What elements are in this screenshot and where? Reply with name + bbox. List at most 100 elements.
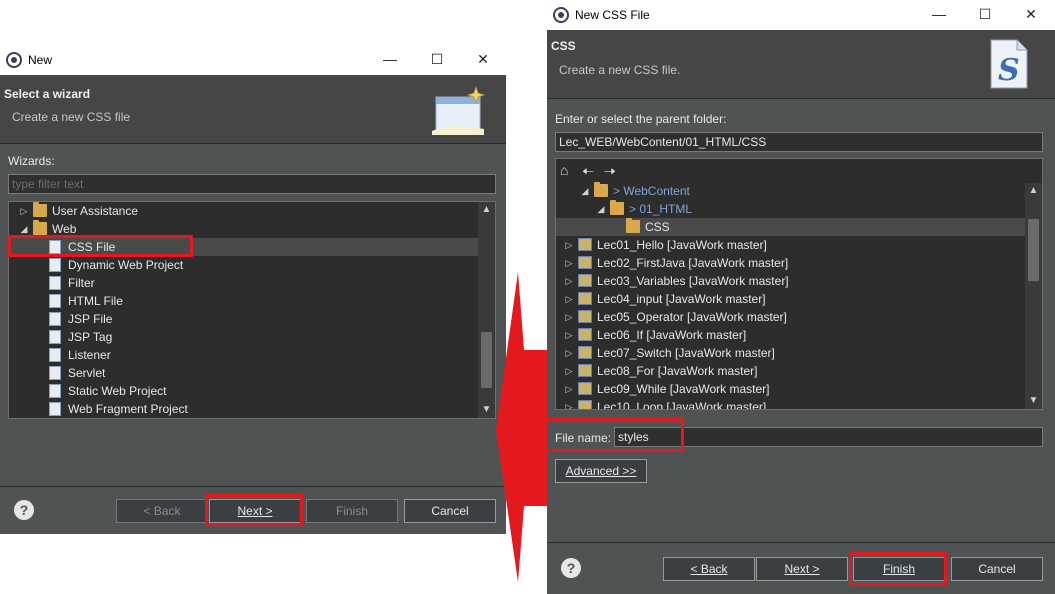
tree-item-label: > WebContent [613,184,690,198]
expand-right-icon[interactable]: ▷ [564,362,574,380]
expand-right-icon[interactable]: ▷ [564,290,574,308]
tree-item-label: JSP Tag [68,330,113,344]
new-css-file-dialog: New CSS File — ☐ ✕ CSS Create a new CSS … [547,0,1055,594]
project-icon [578,292,592,305]
tree-item-selected[interactable]: CSS [556,218,1025,236]
tree-item[interactable]: ▷ Lec05_Operator [JavaWork master] [556,308,1025,326]
dialog-titlebar: New CSS File — ☐ ✕ [547,0,1055,30]
tree-item[interactable]: Web Fragment Project [9,400,478,418]
parent-folder-input[interactable]: Lec_WEB/WebContent/01_HTML/CSS [555,132,1043,152]
scrollbar-thumb[interactable] [481,332,492,388]
tree-item-label: Lec04_input [JavaWork master] [597,292,766,306]
cancel-button[interactable]: Cancel [404,499,496,523]
project-icon [578,346,592,359]
expand-right-icon[interactable]: ▷ [564,272,574,290]
tree-item[interactable]: ◢ > 01_HTML [556,200,1025,218]
finish-button[interactable]: Finish [853,557,945,581]
expand-right-icon[interactable]: ▷ [564,398,574,409]
wizards-tree[interactable]: ▷ User Assistance ◢ Web CSS File Dynamic Web … [8,201,496,419]
project-icon [578,238,592,251]
parent-folder-label: Enter or select the parent folder: [555,112,727,126]
dynamic-web-project-icon [49,258,61,272]
tree-item[interactable]: JSP File [9,310,478,328]
expand-right-icon[interactable]: ▷ [564,344,574,362]
expand-down-icon[interactable]: ◢ [580,182,590,200]
red-arrow-icon [496,272,548,582]
tree-item[interactable]: ◢ Web [9,220,478,238]
scroll-up-icon[interactable]: ▲ [1025,183,1042,199]
expand-down-icon[interactable]: ◢ [596,200,606,218]
help-icon[interactable]: ? [14,500,34,520]
tree-item[interactable]: ▷ Lec01_Hello [JavaWork master] [556,236,1025,254]
tree-item-label: Servlet [68,366,106,380]
scrollbar-thumb[interactable] [1028,219,1039,281]
tree-item[interactable]: ◢ > WebContent [556,182,1025,200]
tree-item[interactable]: ▷ Lec08_For [JavaWork master] [556,362,1025,380]
help-icon[interactable]: ? [561,558,581,578]
close-icon[interactable]: ✕ [1020,4,1042,24]
expand-right-icon[interactable]: ▷ [564,308,574,326]
expand-right-icon[interactable]: ▷ [564,326,574,344]
tree-item[interactable]: ▷ Lec06_If [JavaWork master] [556,326,1025,344]
wizard-banner: CSS Create a new CSS file. S [547,30,1055,98]
maximize-icon[interactable]: ☐ [426,49,448,69]
tree-toolbar: ⌂ 🠠 🠢 [556,159,1025,183]
wizard-banner: Select a wizard Create a new CSS file [0,75,506,143]
project-icon [578,274,592,287]
expand-right-icon[interactable]: ▷ [564,254,574,272]
tree-item[interactable]: ▷ Lec09_While [JavaWork master] [556,380,1025,398]
tree-item[interactable]: ▷ Lec03_Variables [JavaWork master] [556,272,1025,290]
advanced-button[interactable]: Advanced >> [555,459,647,483]
tree-item[interactable]: ▷ Lec04_input [JavaWork master] [556,290,1025,308]
tree-item[interactable]: ▷ Lec10_Loop [JavaWork master] [556,398,1025,409]
scroll-down-icon[interactable]: ▼ [1025,393,1042,409]
tree-item[interactable]: ▷ User Assistance [9,202,478,220]
back-button-label: < Back [690,562,728,576]
scroll-down-icon[interactable]: ▼ [478,402,495,418]
next-button-label: Next > [237,504,273,518]
tree-item[interactable]: Filter [9,274,478,292]
advanced-button-label: Advanced >> [565,464,637,478]
close-icon[interactable]: ✕ [472,49,494,69]
back-button[interactable]: < Back [116,499,208,523]
minimize-icon[interactable]: — [928,4,950,24]
finish-button[interactable]: Finish [306,499,398,523]
tree-item[interactable]: Dynamic Web Project [9,256,478,274]
minimize-icon[interactable]: — [379,49,401,69]
next-button[interactable]: Next > [756,557,848,581]
tree-item[interactable]: Static Web Project [9,382,478,400]
footer-separator [0,486,506,487]
tree-item[interactable]: HTML File [9,292,478,310]
cancel-button[interactable]: Cancel [951,557,1043,581]
tree-item-label: CSS [645,220,670,234]
tree-item[interactable]: JSP Tag [9,328,478,346]
tree-item[interactable]: Listener [9,346,478,364]
folder-tree[interactable]: ⌂ 🠠 🠢 ◢ > WebContent ◢ > 01_HTML CSS ▷ Lec01_H… [555,158,1043,410]
jsp-tag-icon [49,330,61,344]
expand-right-icon[interactable]: ▷ [19,202,29,220]
tree-item-selected[interactable]: CSS File [9,238,478,256]
folder-icon [33,202,47,217]
vertical-scrollbar[interactable]: ▲ ▼ [478,202,495,418]
home-icon[interactable]: ⌂ [560,162,568,178]
expand-down-icon[interactable]: ◢ [19,220,29,238]
maximize-icon[interactable]: ☐ [974,4,996,24]
wizard-banner-icon [432,85,486,135]
tree-item[interactable]: Servlet [9,364,478,382]
eclipse-icon [6,52,22,68]
folder-icon [594,182,608,197]
next-button[interactable]: Next > [209,499,301,523]
vertical-scrollbar[interactable]: ▲ ▼ [1025,183,1042,409]
file-name-input[interactable]: styles [614,427,1043,447]
new-wizard-dialog: New — ☐ ✕ Select a wizard Create a new C… [0,45,506,534]
expand-right-icon[interactable]: ▷ [564,236,574,254]
back-button[interactable]: < Back [663,557,755,581]
expand-right-icon[interactable]: ▷ [564,380,574,398]
tree-item[interactable]: ▷ Lec02_FirstJava [JavaWork master] [556,254,1025,272]
filter-input[interactable]: type filter text [8,174,496,194]
tree-item[interactable]: ▷ Lec07_Switch [JavaWork master] [556,344,1025,362]
tree-item-label: Lec09_While [JavaWork master] [597,382,770,396]
scroll-up-icon[interactable]: ▲ [478,202,495,218]
css-file-banner-icon: S [990,39,1028,89]
tree-item-label: Listener [68,348,111,362]
